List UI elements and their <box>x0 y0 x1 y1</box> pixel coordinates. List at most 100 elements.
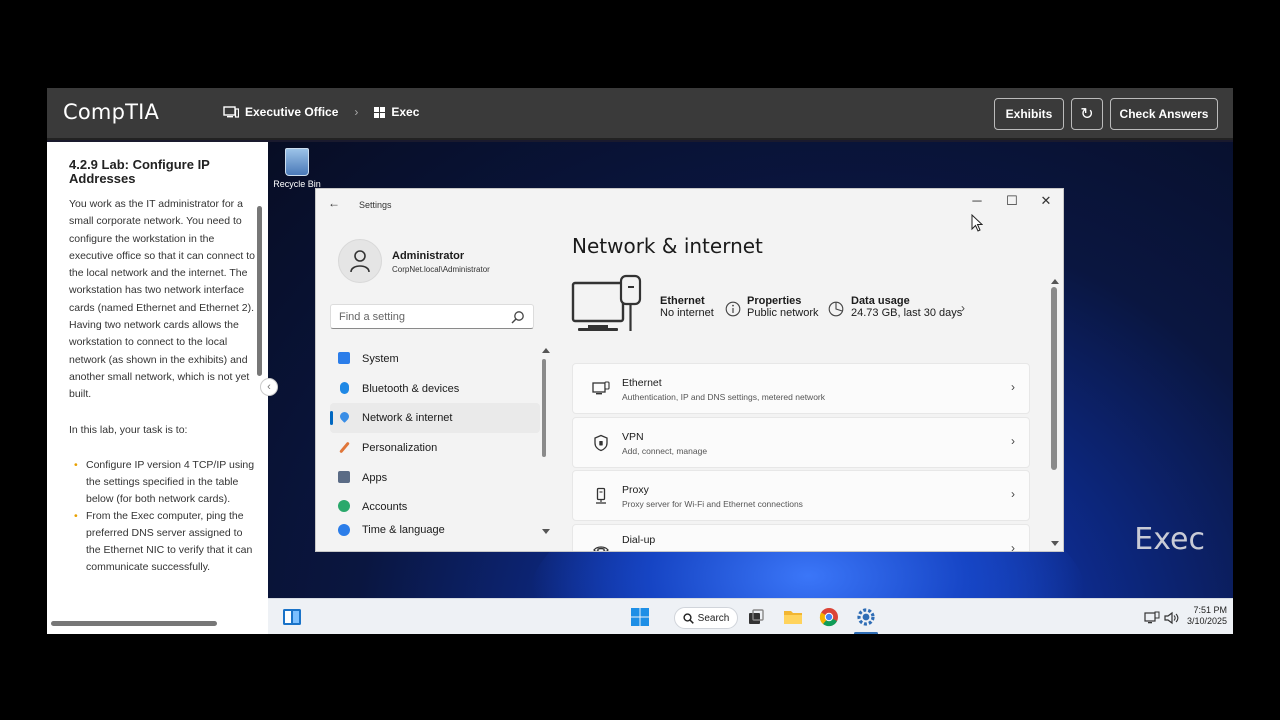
nav-item-network[interactable]: Network & internet <box>330 403 540 434</box>
task-view-icon[interactable] <box>746 607 766 627</box>
exhibits-button[interactable]: Exhibits <box>994 98 1064 130</box>
network-tray-icon[interactable] <box>1144 611 1160 625</box>
lab-frame: CompTIA Executive Office › Exec Exhibits… <box>47 88 1233 634</box>
info-icon <box>725 301 741 317</box>
vpn-card[interactable]: VPN Add, connect, manage › <box>572 417 1030 468</box>
top-bar: CompTIA Executive Office › Exec Exhibits… <box>47 88 1233 140</box>
list-item: From the Exec computer, ping the preferr… <box>74 508 255 576</box>
person-icon <box>338 500 350 513</box>
dial-up-card[interactable]: Dial-up › <box>572 524 1030 551</box>
ethernet-card[interactable]: Ethernet Authentication, IP and DNS sett… <box>572 363 1030 414</box>
breadcrumb-separator: › <box>354 105 359 119</box>
recycle-bin-label: Recycle Bin <box>273 179 321 189</box>
properties-label: Properties <box>747 295 802 307</box>
lab-task-list: Configure IP version 4 TCP/IP using the … <box>69 457 255 577</box>
computer-name-watermark: Exec <box>1134 522 1205 557</box>
collapse-panel-button[interactable]: ‹ <box>260 378 278 396</box>
window-title: Settings <box>359 200 392 210</box>
search-icon <box>511 311 524 324</box>
refresh-icon: ↻ <box>1080 106 1094 123</box>
ethernet-monitor-icon <box>592 381 610 395</box>
properties-link[interactable]: Properties Public network <box>747 295 819 319</box>
chrome-icon[interactable] <box>819 607 839 627</box>
adapter-name: Ethernet <box>660 295 705 307</box>
card-title: Proxy <box>622 484 649 496</box>
minimize-button[interactable]: ─ <box>967 193 987 208</box>
horizontal-scrollbar[interactable] <box>51 621 217 626</box>
windows-icon <box>374 106 386 118</box>
data-usage-link[interactable]: Data usage 24.73 GB, last 30 days <box>851 295 962 319</box>
scroll-up-icon[interactable] <box>542 347 550 353</box>
nav-scrollbar[interactable] <box>542 359 546 457</box>
minimize-icon: ─ <box>972 193 982 208</box>
nav-item-accounts[interactable]: Accounts <box>330 492 540 522</box>
ethernet-status[interactable]: Ethernet No internet <box>660 295 714 319</box>
nav-item-system[interactable]: System <box>330 344 540 374</box>
phone-icon <box>593 546 609 551</box>
properties-value: Public network <box>747 307 819 319</box>
avatar[interactable] <box>338 239 382 283</box>
proxy-server-icon <box>596 487 606 504</box>
nav-item-apps[interactable]: Apps <box>330 463 540 493</box>
scroll-down-icon[interactable] <box>542 529 550 535</box>
clock-time: 7:51 PM <box>1193 605 1227 615</box>
taskbar-clock[interactable]: 7:51 PM 3/10/2025 <box>1187 605 1227 627</box>
taskbar-search-label: Search <box>697 612 730 624</box>
comptia-logo: CompTIA <box>63 100 160 124</box>
lab-intro: You work as the IT administrator for a s… <box>69 198 256 401</box>
close-icon: ✕ <box>1040 193 1052 208</box>
back-button[interactable]: ← <box>328 196 340 210</box>
close-button[interactable]: ✕ <box>1036 193 1056 209</box>
file-explorer-icon[interactable] <box>783 607 803 627</box>
nav-label: System <box>362 352 399 365</box>
nav-label: Apps <box>362 471 388 484</box>
maximize-button[interactable]: ☐ <box>1002 193 1022 209</box>
nav-label: Network & internet <box>362 412 453 425</box>
computer-network-icon <box>571 274 642 331</box>
user-icon <box>350 250 370 273</box>
system-icon <box>338 352 350 364</box>
settings-window: ← Settings ─ ☐ ✕ Administrator CorpNet.l… <box>315 188 1064 552</box>
chevron-right-icon: › <box>1011 487 1015 501</box>
nav-label: Personalization <box>362 441 438 454</box>
nav-item-time-language[interactable]: Time & language <box>330 522 540 537</box>
settings-nav: System Bluetooth & devices Network & int… <box>330 344 540 537</box>
mouse-cursor-icon <box>971 214 983 232</box>
card-subtitle: Add, connect, manage <box>622 446 708 456</box>
start-icon[interactable] <box>630 607 650 627</box>
recycle-bin-shortcut[interactable]: Recycle Bin <box>272 148 322 189</box>
breadcrumb-location[interactable]: Executive Office <box>245 105 338 119</box>
volume-icon[interactable] <box>1164 611 1180 625</box>
search-icon <box>683 612 694 624</box>
user-name: Administrator <box>392 250 465 262</box>
scroll-down-icon[interactable] <box>1051 541 1059 547</box>
chevron-right-icon: › <box>1011 434 1015 448</box>
card-subtitle: Authentication, IP and DNS settings, met… <box>622 392 826 402</box>
settings-search-input[interactable]: Find a setting <box>330 304 534 329</box>
chevron-right-icon[interactable]: › <box>961 301 965 315</box>
chevron-left-icon: ‹ <box>267 381 271 393</box>
vertical-scrollbar[interactable] <box>257 206 262 376</box>
breadcrumb-computer[interactable]: Exec <box>391 105 419 119</box>
data-usage-icon <box>828 301 844 317</box>
list-item: Configure IP version 4 TCP/IP using the … <box>74 457 255 508</box>
bluetooth-icon <box>340 381 349 394</box>
nav-item-bluetooth[interactable]: Bluetooth & devices <box>330 374 540 404</box>
data-usage-value: 24.73 GB, last 30 days <box>851 307 963 319</box>
nav-item-personalization[interactable]: Personalization <box>330 433 540 463</box>
chevron-right-icon: › <box>1011 380 1015 394</box>
check-answers-button[interactable]: Check Answers <box>1110 98 1218 130</box>
proxy-card[interactable]: Proxy Proxy server for Wi-Fi and Etherne… <box>572 470 1030 521</box>
scroll-up-icon[interactable] <box>1051 278 1059 284</box>
clock-date: 3/10/2025 <box>1186 616 1227 626</box>
apps-icon <box>338 470 350 483</box>
search-placeholder: Find a setting <box>339 311 406 323</box>
content-scrollbar[interactable] <box>1051 287 1057 470</box>
settings-gear-icon[interactable] <box>856 607 876 627</box>
computer-icon <box>223 106 239 118</box>
recycle-bin-icon <box>285 148 309 176</box>
widgets-icon[interactable] <box>282 607 302 627</box>
taskbar-search[interactable]: Search <box>674 607 738 629</box>
refresh-button[interactable]: ↻ <box>1071 98 1103 130</box>
data-usage-label: Data usage <box>851 295 910 307</box>
